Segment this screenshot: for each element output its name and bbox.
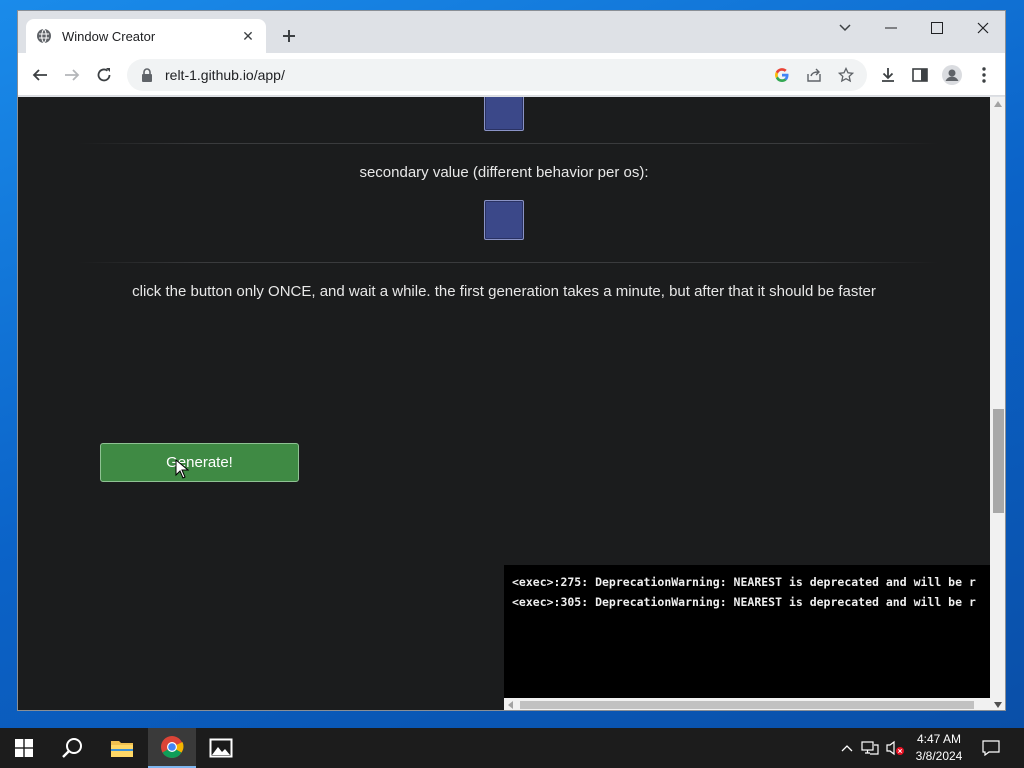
chevron-down-icon: [839, 24, 851, 32]
tab-title: Window Creator: [62, 28, 156, 44]
mouse-cursor-icon: [175, 459, 189, 479]
secondary-value-label: secondary value (different behavior per …: [359, 164, 649, 181]
browser-window: Window Creator ✕ relt-1.github.io/app/ s…: [17, 10, 1006, 711]
search-button[interactable]: [48, 728, 96, 768]
menu-button[interactable]: [970, 61, 998, 89]
console-scroll-thumb[interactable]: [520, 701, 974, 709]
start-button[interactable]: [0, 728, 48, 768]
close-icon: [977, 22, 989, 34]
close-window-button[interactable]: [960, 13, 1005, 43]
network-icon[interactable]: [860, 728, 880, 768]
console-horizontal-scrollbar[interactable]: [504, 698, 990, 710]
instructions-text: click the button only ONCE, and wait a w…: [132, 283, 876, 300]
search-icon: [62, 738, 82, 758]
page-vertical-scrollbar[interactable]: [990, 97, 1005, 710]
globe-icon: [36, 28, 52, 44]
side-panel-button[interactable]: [906, 61, 934, 89]
clock-time: 4:47 AM: [916, 732, 962, 746]
notification-icon: [982, 740, 1000, 756]
address-bar[interactable]: relt-1.github.io/app/: [127, 59, 867, 91]
reload-icon: [97, 68, 111, 82]
clock-date: 3/8/2024: [915, 749, 963, 763]
arrow-left-icon: [32, 69, 47, 81]
chrome-taskbar-button[interactable]: [148, 728, 196, 768]
scroll-down-icon: [994, 702, 1002, 708]
photos-icon: [209, 738, 233, 758]
download-icon: [882, 68, 894, 82]
chevron-up-icon: [841, 745, 853, 752]
console-line: <exec>:305: DeprecationWarning: NEAREST …: [512, 595, 976, 609]
file-explorer-button[interactable]: [98, 728, 146, 768]
console-line: <exec>:275: DeprecationWarning: NEAREST …: [512, 575, 976, 589]
downloads-button[interactable]: [874, 61, 902, 89]
page-scroll-thumb[interactable]: [993, 409, 1004, 513]
tab-close-icon[interactable]: ✕: [240, 28, 256, 44]
notification-center-button[interactable]: [978, 728, 1004, 768]
tab-search-button[interactable]: [822, 13, 868, 43]
page-viewport: secondary value (different behavior per …: [18, 97, 990, 710]
system-clock[interactable]: 4:47 AM 3/8/2024: [904, 731, 974, 765]
back-button[interactable]: [26, 61, 54, 89]
windows-logo-icon: [15, 739, 33, 757]
forward-button[interactable]: [58, 61, 86, 89]
lock-icon: [141, 68, 155, 82]
taskbar: 4:47 AM 3/8/2024: [0, 728, 1024, 768]
profile-button[interactable]: [938, 61, 966, 89]
browser-toolbar: relt-1.github.io/app/: [18, 53, 1005, 96]
secondary-color-picker[interactable]: [484, 200, 524, 240]
tab-window-creator[interactable]: Window Creator ✕: [26, 19, 266, 53]
bookmark-star-icon[interactable]: [834, 63, 858, 87]
divider: [78, 262, 938, 263]
url-text: relt-1.github.io/app/: [165, 67, 285, 83]
arrow-right-icon: [65, 69, 80, 81]
chrome-icon: [161, 736, 184, 758]
volume-muted-icon[interactable]: [884, 728, 906, 768]
side-panel-icon: [912, 68, 928, 82]
new-tab-button[interactable]: [277, 24, 301, 48]
kebab-menu-icon: [982, 67, 986, 83]
profile-avatar-icon: [942, 65, 962, 85]
generate-button[interactable]: Generate!: [100, 443, 299, 482]
share-icon[interactable]: [802, 63, 826, 87]
reload-button[interactable]: [90, 61, 118, 89]
google-translate-icon[interactable]: [770, 63, 794, 87]
primary-color-picker[interactable]: [484, 97, 524, 131]
scroll-left-icon: [508, 701, 513, 709]
minimize-button[interactable]: [868, 13, 914, 43]
minimize-icon: [885, 27, 897, 29]
output-console[interactable]: <exec>:275: DeprecationWarning: NEAREST …: [504, 565, 990, 710]
show-hidden-icons-button[interactable]: [838, 728, 856, 768]
folder-icon: [111, 741, 133, 757]
plus-icon: [283, 30, 295, 42]
divider: [78, 143, 938, 144]
scroll-up-icon: [994, 101, 1002, 107]
maximize-icon: [931, 22, 943, 34]
tab-strip: Window Creator ✕: [18, 11, 1005, 53]
photos-taskbar-button[interactable]: [197, 728, 245, 768]
maximize-button[interactable]: [914, 13, 960, 43]
